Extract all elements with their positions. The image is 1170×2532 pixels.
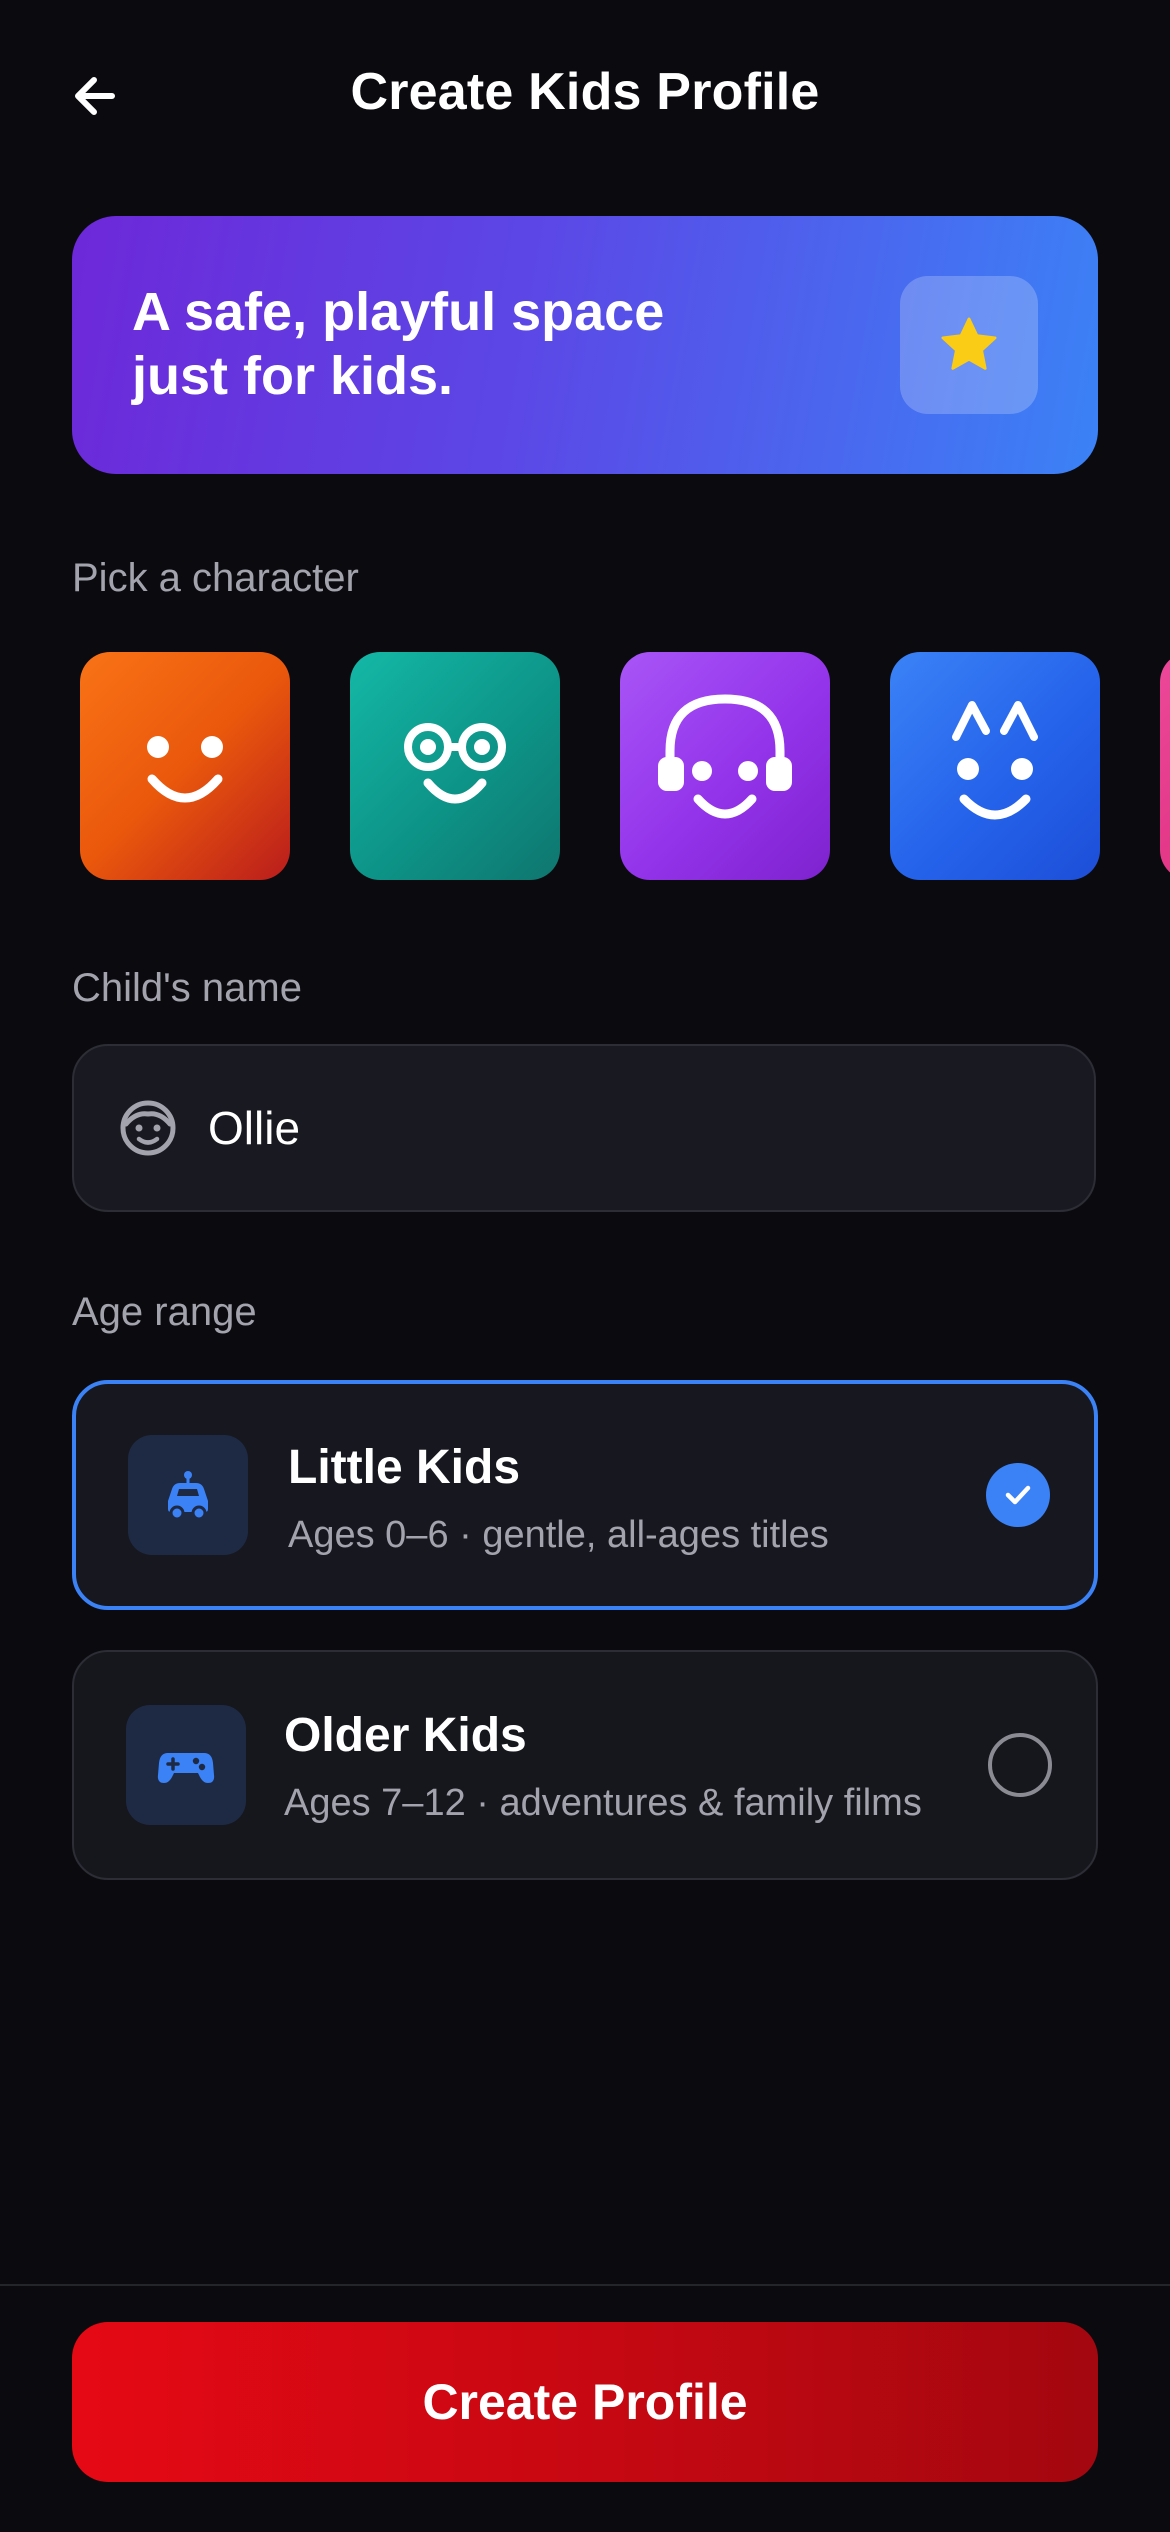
age-icon-box bbox=[128, 1435, 248, 1555]
page-title: Create Kids Profile bbox=[350, 63, 820, 121]
character-section-label: Pick a character bbox=[72, 556, 359, 600]
character-glasses-face[interactable] bbox=[350, 652, 560, 880]
character-pink-face[interactable] bbox=[1160, 652, 1170, 880]
banner-text: A safe, playful space just for kids. bbox=[132, 282, 665, 406]
character-picker bbox=[0, 652, 1170, 884]
kids-banner: A safe, playful space just for kids. bbox=[72, 216, 1098, 474]
age-option-older-kids[interactable]: Older Kids Ages 7–12 · adventures & fami… bbox=[72, 1650, 1098, 1880]
name-section-label: Child's name bbox=[72, 966, 302, 1010]
age-section-label: Age range bbox=[72, 1290, 257, 1334]
antenna-face-icon bbox=[952, 701, 1038, 820]
glasses-face-icon bbox=[404, 723, 506, 804]
age-option-little-kids[interactable]: Little Kids Ages 0–6 · gentle, all-ages … bbox=[72, 1380, 1098, 1610]
checkmark-icon bbox=[1005, 1485, 1031, 1505]
smile-face-icon bbox=[147, 736, 223, 803]
character-smile-face[interactable] bbox=[80, 652, 290, 880]
child-face-icon bbox=[120, 1100, 176, 1156]
age-option-title: Little Kids bbox=[288, 1441, 521, 1494]
create-profile-button[interactable]: Create Profile bbox=[72, 2322, 1098, 2482]
child-name-field bbox=[72, 1044, 1096, 1212]
age-option-subtitle: Ages 0–6 · gentle, all-ages titles bbox=[288, 1514, 829, 1556]
footer-divider bbox=[0, 2284, 1170, 2286]
age-option-subtitle: Ages 7–12 · adventures & family films bbox=[284, 1782, 922, 1824]
radio-unselected[interactable] bbox=[988, 1733, 1052, 1797]
headphones-face-icon bbox=[658, 694, 792, 819]
age-option-title: Older Kids bbox=[284, 1709, 527, 1762]
character-headphones-face[interactable] bbox=[620, 652, 830, 880]
radio-selected[interactable] bbox=[986, 1463, 1050, 1527]
car-icon bbox=[168, 1471, 208, 1521]
header: Create Kids Profile bbox=[0, 0, 1170, 190]
child-name-input[interactable] bbox=[208, 1046, 1068, 1210]
gamepad-icon bbox=[157, 1753, 215, 1783]
banner-badge bbox=[900, 276, 1038, 414]
character-antenna-face[interactable] bbox=[890, 652, 1100, 880]
star-icon bbox=[941, 317, 997, 370]
age-icon-box bbox=[126, 1705, 246, 1825]
